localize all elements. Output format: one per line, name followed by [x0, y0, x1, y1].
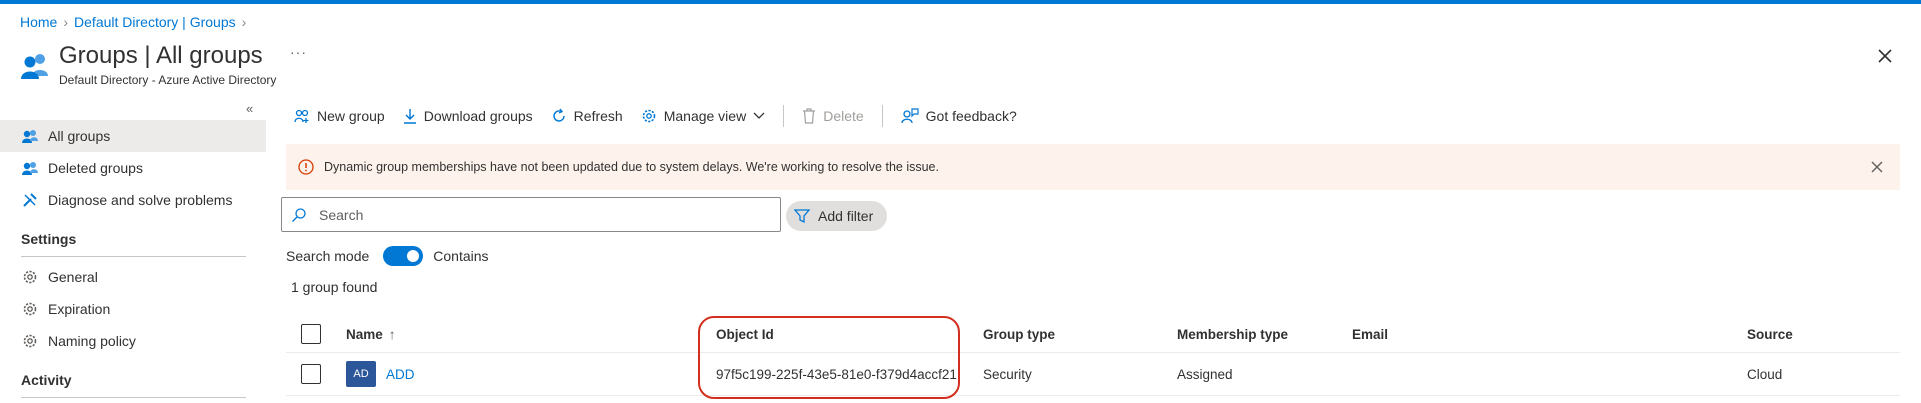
group-name-cell: AD ADD — [346, 353, 415, 395]
sidebar-item-label: Expiration — [48, 301, 111, 317]
membership-type-cell: Assigned — [1177, 366, 1233, 382]
search-box — [281, 197, 781, 232]
download-groups-button[interactable]: Download groups — [403, 108, 533, 124]
chevron-right-icon: › — [241, 14, 247, 30]
column-header-source[interactable]: Source — [1747, 316, 1793, 352]
sidebar-item-label: General — [48, 269, 98, 285]
feedback-icon — [901, 108, 919, 124]
search-mode: Search mode Contains — [286, 246, 489, 266]
sidebar-item-deleted-groups[interactable]: Deleted groups — [0, 152, 266, 184]
groups-table: Name ↑ Object Id Group type Membership t… — [286, 316, 1900, 396]
add-filter-button[interactable]: Add filter — [786, 201, 887, 231]
group-type-cell: Security — [983, 366, 1032, 382]
new-group-button[interactable]: New group — [294, 108, 385, 124]
groups-header-icon — [21, 54, 48, 79]
toolbar-divider — [783, 105, 785, 127]
result-count: 1 group found — [291, 279, 378, 295]
feedback-label: Got feedback? — [925, 108, 1017, 124]
search-mode-value: Contains — [433, 248, 489, 264]
source-cell: Cloud — [1747, 366, 1783, 382]
breadcrumb: Home › Default Directory | Groups › — [20, 14, 246, 30]
gear-icon — [21, 268, 39, 286]
column-header-name[interactable]: Name ↑ — [346, 316, 396, 352]
feedback-button[interactable]: Got feedback? — [901, 108, 1017, 124]
gear-icon — [21, 332, 39, 350]
gear-icon — [642, 109, 656, 123]
sidebar-item-general[interactable]: General — [0, 261, 266, 293]
download-icon — [403, 109, 416, 124]
settings-heading: Settings — [21, 231, 77, 247]
close-icon[interactable] — [1873, 44, 1897, 68]
column-header-group-type[interactable]: Group type — [983, 316, 1055, 352]
select-all-checkbox-cell — [301, 316, 321, 352]
chevron-down-icon — [753, 112, 765, 119]
groups-icon — [21, 127, 39, 145]
search-input[interactable] — [319, 206, 759, 223]
sidebar-item-diagnose[interactable]: Diagnose and solve problems — [0, 184, 266, 216]
column-header-object-id[interactable]: Object Id — [716, 316, 774, 352]
sidebar-item-label: Naming policy — [48, 333, 136, 349]
search-mode-toggle[interactable] — [383, 246, 424, 266]
row-checkbox[interactable] — [301, 364, 321, 384]
row-checkbox-cell — [301, 353, 321, 395]
trash-icon — [803, 108, 816, 124]
more-options-button[interactable]: ··· — [290, 44, 307, 60]
sidebar-item-label: All groups — [48, 128, 111, 144]
chevron-right-icon: › — [63, 14, 69, 30]
wrench-icon — [21, 191, 39, 209]
manage-view-label: Manage view — [663, 108, 747, 124]
column-header-email[interactable]: Email — [1352, 316, 1388, 352]
select-all-checkbox[interactable] — [301, 324, 321, 344]
breadcrumb-directory-groups[interactable]: Default Directory | Groups — [74, 14, 236, 30]
refresh-button[interactable]: Refresh — [551, 108, 623, 124]
toolbar-divider — [881, 105, 883, 127]
table-header: Name ↑ Object Id Group type Membership t… — [286, 316, 1900, 352]
new-group-icon — [294, 109, 309, 123]
filter-icon — [794, 209, 810, 224]
activity-heading: Activity — [21, 372, 72, 388]
warning-banner: Dynamic group memberships have not been … — [286, 144, 1900, 190]
download-groups-label: Download groups — [423, 108, 533, 124]
manage-view-button[interactable]: Manage view — [641, 108, 766, 124]
sidebar-item-label: Diagnose and solve problems — [48, 192, 233, 208]
warning-icon — [298, 159, 314, 175]
search-icon — [292, 207, 306, 222]
refresh-label: Refresh — [573, 108, 623, 124]
page-subtitle: Default Directory - Azure Active Directo… — [59, 73, 277, 87]
delete-button[interactable]: Delete — [802, 108, 864, 124]
banner-message: Dynamic group memberships have not been … — [324, 160, 939, 174]
add-filter-label: Add filter — [818, 208, 874, 224]
group-name-link[interactable]: ADD — [386, 367, 415, 382]
gear-icon — [21, 300, 39, 318]
avatar: AD — [346, 361, 376, 387]
sidebar-item-label: Deleted groups — [48, 160, 143, 176]
page-title: Groups | All groups — [59, 42, 263, 69]
breadcrumb-home[interactable]: Home — [20, 14, 57, 30]
sidebar-item-all-groups[interactable]: All groups — [0, 120, 266, 152]
table-row[interactable]: AD ADD 97f5c199-225f-43e5-81e0-f379d4acc… — [286, 352, 1900, 396]
sidebar-item-expiration[interactable]: Expiration — [0, 293, 266, 325]
dismiss-banner-icon[interactable] — [1868, 158, 1886, 176]
column-header-membership-type[interactable]: Membership type — [1177, 316, 1288, 352]
column-name-label: Name — [346, 326, 383, 342]
object-id-cell: 97f5c199-225f-43e5-81e0-f379d4accf21 — [716, 366, 957, 382]
new-group-label: New group — [317, 108, 385, 124]
sidebar-item-naming-policy[interactable]: Naming policy — [0, 325, 266, 357]
command-bar: New group Download groups Refresh Manage… — [294, 104, 1035, 128]
top-accent-bar — [0, 0, 1921, 4]
divider — [21, 256, 246, 257]
collapse-sidebar-icon[interactable]: « — [246, 101, 253, 116]
groups-icon — [21, 159, 39, 177]
refresh-icon — [553, 108, 565, 122]
sidebar: All groups Deleted groups Diagnose and s… — [0, 120, 266, 402]
search-mode-label: Search mode — [286, 248, 370, 264]
sort-ascending-icon: ↑ — [388, 326, 396, 342]
delete-label: Delete — [823, 108, 864, 124]
divider — [21, 397, 246, 398]
